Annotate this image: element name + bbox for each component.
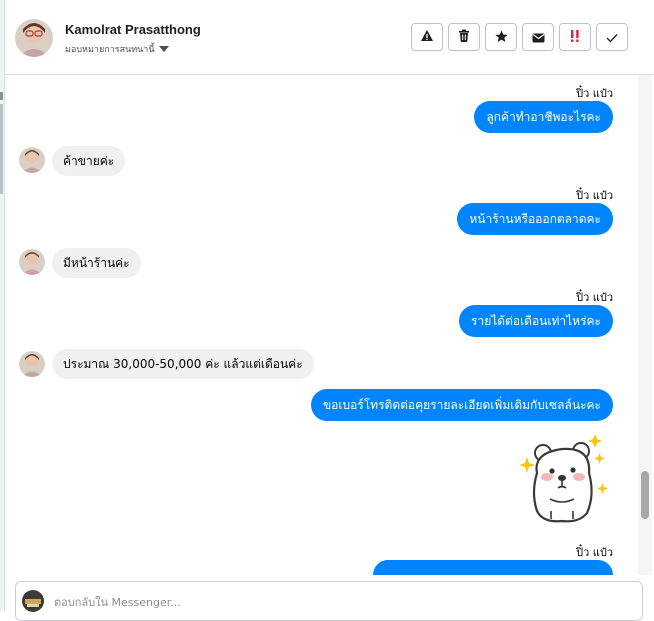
page-avatar xyxy=(22,590,44,612)
check-icon xyxy=(606,28,618,47)
star-icon xyxy=(494,28,508,47)
mark-spam-button[interactable] xyxy=(411,23,443,51)
assign-conversation-dropdown[interactable]: มอบหมายการสนทนานี้ xyxy=(65,42,169,56)
outgoing-message[interactable]: ลูกค้าทำอาชีพอะไรคะ xyxy=(474,101,613,133)
conversation-header: Kamolrat Prasatthong มอบหมายการสนทนานี้ xyxy=(5,0,654,75)
incoming-message[interactable]: ค้าขายค่ะ xyxy=(52,146,126,176)
edge-scroll-indicator xyxy=(0,104,3,194)
trash-icon xyxy=(458,28,470,47)
reply-input[interactable] xyxy=(54,592,614,612)
hamster-sticker[interactable] xyxy=(517,433,609,525)
edge-marker xyxy=(0,92,3,100)
sender-name: ปิ๋ว แป๋ว xyxy=(576,87,613,100)
contact-avatar-small xyxy=(19,249,45,275)
star-button[interactable] xyxy=(485,23,517,51)
outgoing-message[interactable]: หน้าร้านหรือออกตลาดคะ xyxy=(457,203,613,235)
important-icon xyxy=(569,28,581,47)
message-thread[interactable]: ปิ๋ว แป๋ว ลูกค้าทำอาชีพอะไรคะ ค้าขายค่ะ … xyxy=(5,75,637,575)
incoming-message[interactable]: มีหน้าร้านค่ะ xyxy=(52,248,141,278)
contact-avatar-small xyxy=(19,351,45,377)
reply-composer[interactable] xyxy=(15,581,643,621)
outgoing-message[interactable]: รายได้ต่อเดือนเท่าไหร่คะ xyxy=(459,305,613,337)
envelope-icon xyxy=(532,28,545,47)
mark-important-button[interactable] xyxy=(559,23,591,51)
warning-icon xyxy=(420,28,434,47)
caret-down-icon xyxy=(158,46,169,52)
outgoing-message-partial[interactable] xyxy=(373,560,613,575)
mark-unread-button[interactable] xyxy=(522,23,554,51)
conversation-toolbar xyxy=(411,23,628,51)
delete-button[interactable] xyxy=(448,23,480,51)
mark-done-button[interactable] xyxy=(596,23,628,51)
sender-name: ปิ๋ว แป๋ว xyxy=(576,189,613,202)
contact-avatar[interactable] xyxy=(15,19,53,57)
sender-name: ปิ๋ว แป๋ว xyxy=(576,291,613,304)
contact-avatar-small xyxy=(19,147,45,173)
contact-name[interactable]: Kamolrat Prasatthong xyxy=(65,22,201,37)
incoming-message[interactable]: ประมาณ 30,000-50,000 ค่ะ แล้วแต่เดือนค่ะ xyxy=(52,349,314,379)
thread-scrollbar-thumb[interactable] xyxy=(641,471,649,519)
assign-label: มอบหมายการสนทนานี้ xyxy=(65,45,155,55)
sender-name: ปิ๋ว แป๋ว xyxy=(576,546,613,559)
outgoing-message[interactable]: ขอเบอร์โทรติดต่อคุยรายละเอียดเพิ่มเติมกั… xyxy=(310,389,613,421)
